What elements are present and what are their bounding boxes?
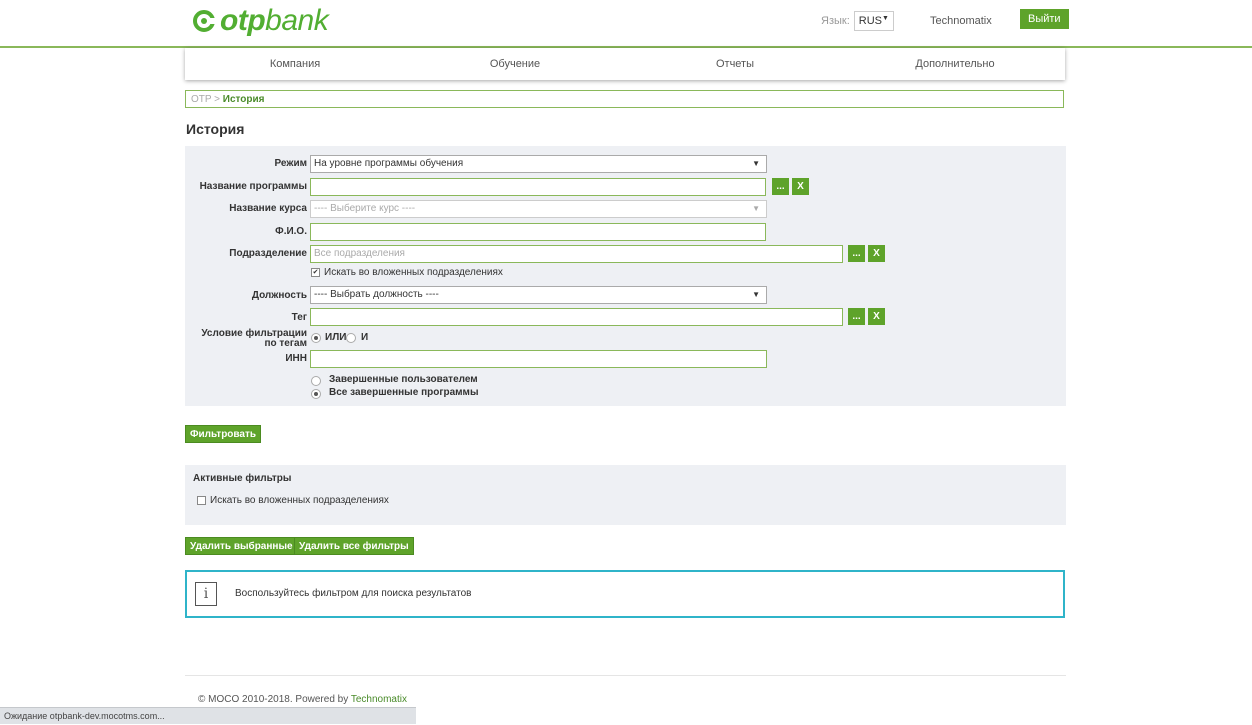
fio-label: Ф.И.О. [275,226,307,237]
course-label: Название курса [229,203,307,214]
completed-by-user-label: Завершенные пользователем [329,374,478,385]
logo-otp: otp [220,4,266,37]
language-label: Язык: [821,15,850,27]
nav-item-company[interactable]: Компания [185,48,405,80]
breadcrumb-current: История [222,94,265,105]
dropdown-arrow-icon: ▼ [752,290,760,299]
department-clear-button[interactable]: X [868,245,885,262]
delete-all-filters-button[interactable]: Удалить все фильтры [294,537,414,555]
tag-browse-button[interactable]: ... [848,308,865,325]
program-label: Название программы [199,181,307,192]
language-value: RUS [858,15,882,27]
breadcrumb: OTP > История [185,90,1064,108]
dropdown-arrow-icon: ▼ [882,15,889,22]
info-message: i Воспользуйтесь фильтром для поиска рез… [185,570,1065,618]
info-icon: i [195,582,217,606]
footer-brand-link[interactable]: Technomatix [351,694,407,705]
footer-divider [185,675,1066,676]
course-placeholder: ---- Выберите курс ---- [314,203,416,214]
user-name-link[interactable]: Technomatix [930,15,992,27]
active-filter-checkbox[interactable]: Искать во вложенных подразделениях [197,495,389,506]
mode-value: На уровне программы обучения [314,158,464,169]
nav-item-reports[interactable]: Отчеты [625,48,845,80]
department-placeholder: Все подразделения [314,248,405,259]
completed-by-user-radio[interactable] [311,376,321,386]
breadcrumb-separator: > [214,94,221,105]
nav-item-training[interactable]: Обучение [405,48,625,80]
tag-label: Тег [291,312,307,323]
course-select[interactable]: ---- Выберите курс ---- ▼ [310,200,767,218]
footer: © MOCO 2010-2018. Powered by Technomatix [198,694,407,705]
filter-panel: Режим На уровне программы обучения ▼ Наз… [185,146,1066,406]
otpbank-logo[interactable]: otpbank [193,4,329,37]
breadcrumb-root[interactable]: OTP [191,94,211,105]
delete-selected-button[interactable]: Удалить выбранные [185,537,298,555]
active-filter-label: Искать во вложенных подразделениях [210,495,389,506]
position-label: Должность [251,290,307,301]
language-selector: Язык: RUS ▼ [821,11,894,31]
department-label: Подразделение [229,248,307,259]
fio-input[interactable] [310,223,766,241]
checkbox-icon [197,496,206,505]
logout-button[interactable]: Выйти [1020,9,1069,29]
nested-departments-label: Искать во вложенных подразделениях [324,267,503,278]
browser-status-bar: Ожидание otpbank-dev.mocotms.com... [0,707,416,724]
tag-clear-button[interactable]: X [868,308,885,325]
footer-copyright: © MOCO 2010-2018. Powered by [198,694,349,705]
position-value: ---- Выбрать должность ---- [314,289,439,300]
position-select[interactable]: ---- Выбрать должность ---- ▼ [310,286,767,304]
dropdown-arrow-icon: ▼ [752,159,760,168]
inn-label: ИНН [285,353,307,364]
mode-select[interactable]: На уровне программы обучения ▼ [310,155,767,173]
program-clear-button[interactable]: X [792,178,809,195]
all-completed-radio[interactable] [311,389,321,399]
active-filters-title: Активные фильтры [193,473,292,484]
nested-departments-checkbox[interactable]: ✔ Искать во вложенных подразделениях [311,267,503,278]
nav-item-additional[interactable]: Дополнительно [845,48,1065,80]
language-select[interactable]: RUS ▼ [853,11,894,31]
department-browse-button[interactable]: ... [848,245,865,262]
tag-input[interactable] [310,308,843,326]
active-filters-panel: Активные фильтры Искать во вложенных под… [185,465,1066,525]
info-text: Воспользуйтесь фильтром для поиска резул… [235,588,472,599]
main-nav: Компания Обучение Отчеты Дополнительно [185,48,1065,80]
tag-condition-label: Условие фильтрации по тегам [201,328,307,349]
department-input[interactable]: Все подразделения [310,245,843,263]
tag-or-label: ИЛИ [325,332,347,343]
filter-button[interactable]: Фильтровать [185,425,262,443]
tag-or-radio[interactable] [311,333,321,343]
dropdown-arrow-icon: ▼ [752,204,760,213]
program-browse-button[interactable]: ... [772,178,789,195]
top-header: otpbank Язык: RUS ▼ Technomatix Выйти [0,0,1252,48]
program-input[interactable] [310,178,766,196]
checkbox-checked-icon: ✔ [311,268,320,277]
tag-and-label: И [361,332,369,343]
all-completed-label: Все завершенные программы [329,387,479,398]
logo-bank: bank [265,4,329,37]
mode-label: Режим [274,158,308,169]
tag-and-radio[interactable] [346,333,356,343]
otp-logo-icon [193,10,215,32]
inn-input[interactable] [310,350,767,368]
page-title: История [186,121,245,137]
